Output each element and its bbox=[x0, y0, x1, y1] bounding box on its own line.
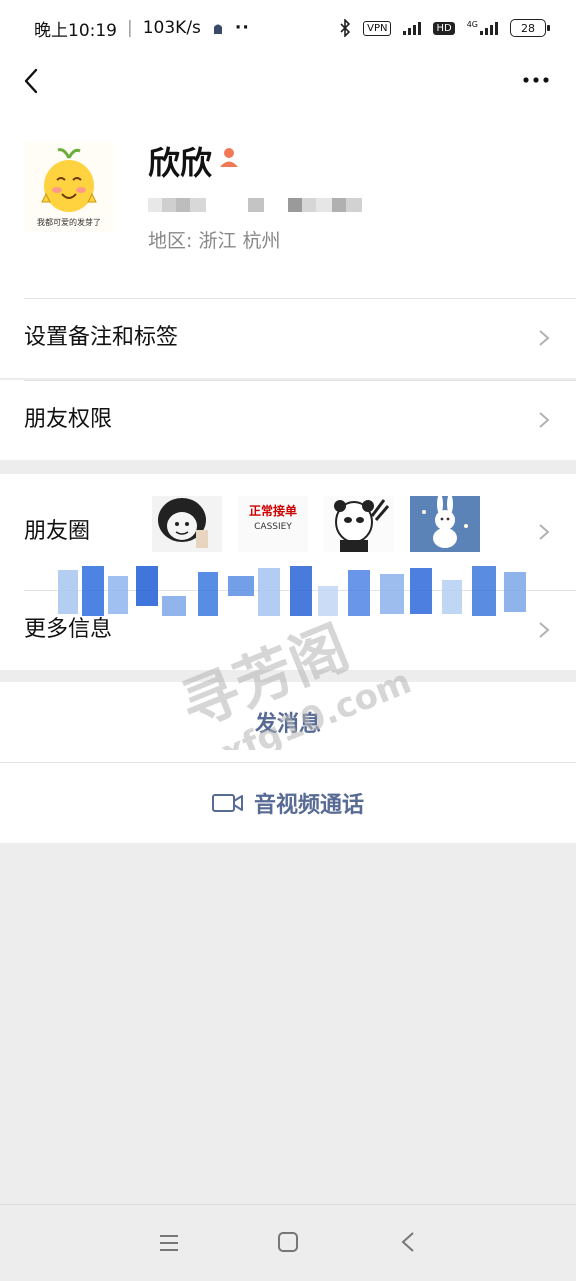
status-net-speed: 103K/s bbox=[142, 18, 201, 38]
back-arrow-icon[interactable] bbox=[18, 66, 48, 96]
wechat-id-blurred bbox=[148, 198, 362, 212]
send-message-button[interactable]: 发消息 bbox=[0, 682, 576, 762]
video-camera-icon bbox=[211, 794, 243, 812]
status-dots: ·· bbox=[234, 18, 250, 38]
video-call-button[interactable]: 音视频通话 bbox=[0, 762, 576, 843]
friend-permissions-row[interactable]: 朋友权限 bbox=[0, 380, 576, 460]
moments-thumb bbox=[410, 496, 480, 552]
hd-badge: HD bbox=[433, 21, 455, 35]
status-bar: 晚上10:19 | 103K/s ·· VPN HD 4G 28 bbox=[0, 0, 576, 56]
send-message-label: 发消息 bbox=[254, 712, 321, 737]
friend-permissions-label: 朋友权限 bbox=[24, 407, 113, 432]
moments-thumb bbox=[324, 496, 394, 552]
moments-thumb: 正常接单 CASSIEY bbox=[238, 496, 308, 552]
bluetooth-icon bbox=[340, 19, 351, 37]
menu-icon[interactable] bbox=[158, 1233, 180, 1253]
battery-icon: 28 bbox=[510, 19, 550, 37]
status-time: 晚上10:19 bbox=[34, 20, 117, 41]
chevron-right-icon bbox=[539, 330, 550, 346]
chevron-right-icon bbox=[539, 524, 550, 540]
moments-thumb-title: 正常接单 bbox=[248, 504, 297, 518]
region-text: 地区: 浙江 杭州 bbox=[148, 230, 281, 252]
moments-thumb bbox=[152, 496, 222, 552]
signal-icon bbox=[403, 21, 422, 35]
signal-4g-icon: 4G bbox=[467, 21, 498, 35]
profile-header: 我都可爱的发芽了 欣欣 地区: 浙江 杭州 bbox=[0, 106, 576, 298]
meme-face-icon bbox=[158, 498, 208, 548]
pixelated-overlay bbox=[58, 566, 526, 616]
remark-tags-label: 设置备注和标签 bbox=[24, 325, 179, 350]
home-icon[interactable] bbox=[277, 1231, 299, 1253]
moments-thumbnails: 正常接单 CASSIEY bbox=[152, 496, 480, 552]
system-nav-bar bbox=[0, 1204, 576, 1281]
contact-name: 欣欣 bbox=[148, 144, 213, 182]
app-notification-icon bbox=[213, 24, 222, 34]
remark-tags-row[interactable]: 设置备注和标签 bbox=[0, 298, 576, 378]
panda-meme-icon bbox=[334, 499, 390, 552]
vpn-badge: VPN bbox=[363, 20, 392, 36]
more-options-icon[interactable] bbox=[522, 76, 550, 84]
video-call-label: 音视频通话 bbox=[253, 793, 364, 818]
contact-person-icon bbox=[220, 148, 238, 167]
top-bar bbox=[0, 56, 576, 106]
avatar-caption: 我都可爱的发芽了 bbox=[37, 218, 101, 227]
bunny-icon bbox=[422, 496, 468, 548]
avatar[interactable]: 我都可爱的发芽了 bbox=[24, 142, 114, 232]
moments-thumb-brand: CASSIEY bbox=[254, 522, 292, 532]
chevron-right-icon bbox=[539, 412, 550, 428]
chevron-right-icon bbox=[539, 622, 550, 638]
back-icon[interactable] bbox=[400, 1231, 416, 1253]
